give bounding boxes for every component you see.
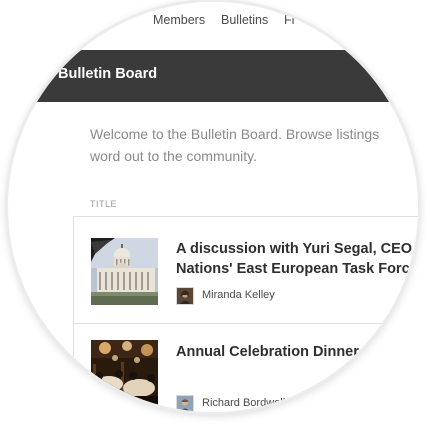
welcome-line-1: Welcome to the Bulletin Board. Browse li… [90,126,380,142]
nav-item-members[interactable]: Members [153,13,205,27]
bulletin-title[interactable]: A discussion with Yuri Segal, CEO Nation… [176,239,418,279]
author-name[interactable]: Miranda Kelley [202,289,275,301]
bulletin-row[interactable]: A discussion with Yuri Segal, CEO Nation… [74,217,418,324]
bulletin-title-line-1[interactable]: Annual Celebration Dinner [176,344,359,360]
nav-item-bulletins[interactable]: Bulletins [221,13,268,27]
bulletin-title-line-1[interactable]: A discussion with Yuri Segal, CEO [176,241,412,257]
welcome-line-2: word out to the community. [90,148,258,164]
bulletin-thumbnail-dinner[interactable] [91,340,158,407]
nav-item-partial-right[interactable]: Fr [284,13,296,27]
title-column-header[interactable]: TITLE [90,199,117,209]
bulletin-thumbnail-building[interactable] [91,238,158,305]
bulletin-list: A discussion with Yuri Segal, CEO Nation… [73,216,418,412]
top-navigation: a Members Bulletins Fr [8,2,418,51]
author-name[interactable]: Richard Bordwell [202,397,285,409]
welcome-message: Welcome to the Bulletin Board. Browse li… [90,123,418,167]
author-avatar[interactable] [176,395,194,412]
magnifier-circle: a Members Bulletins Fr Bulletin Board We… [8,2,418,412]
page-title: Bulletin Board [58,66,158,82]
author-avatar[interactable] [176,287,194,305]
bulletin-title[interactable]: Annual Celebration Dinner [176,342,359,362]
page-header-bar: Bulletin Board [8,50,418,102]
bulletin-title-line-2[interactable]: Nations' East European Task Force [176,261,418,277]
nav-item-partial[interactable]: a [110,12,117,27]
bulletin-row[interactable]: Annual Celebration Dinner Richard Bordwe… [74,324,418,412]
